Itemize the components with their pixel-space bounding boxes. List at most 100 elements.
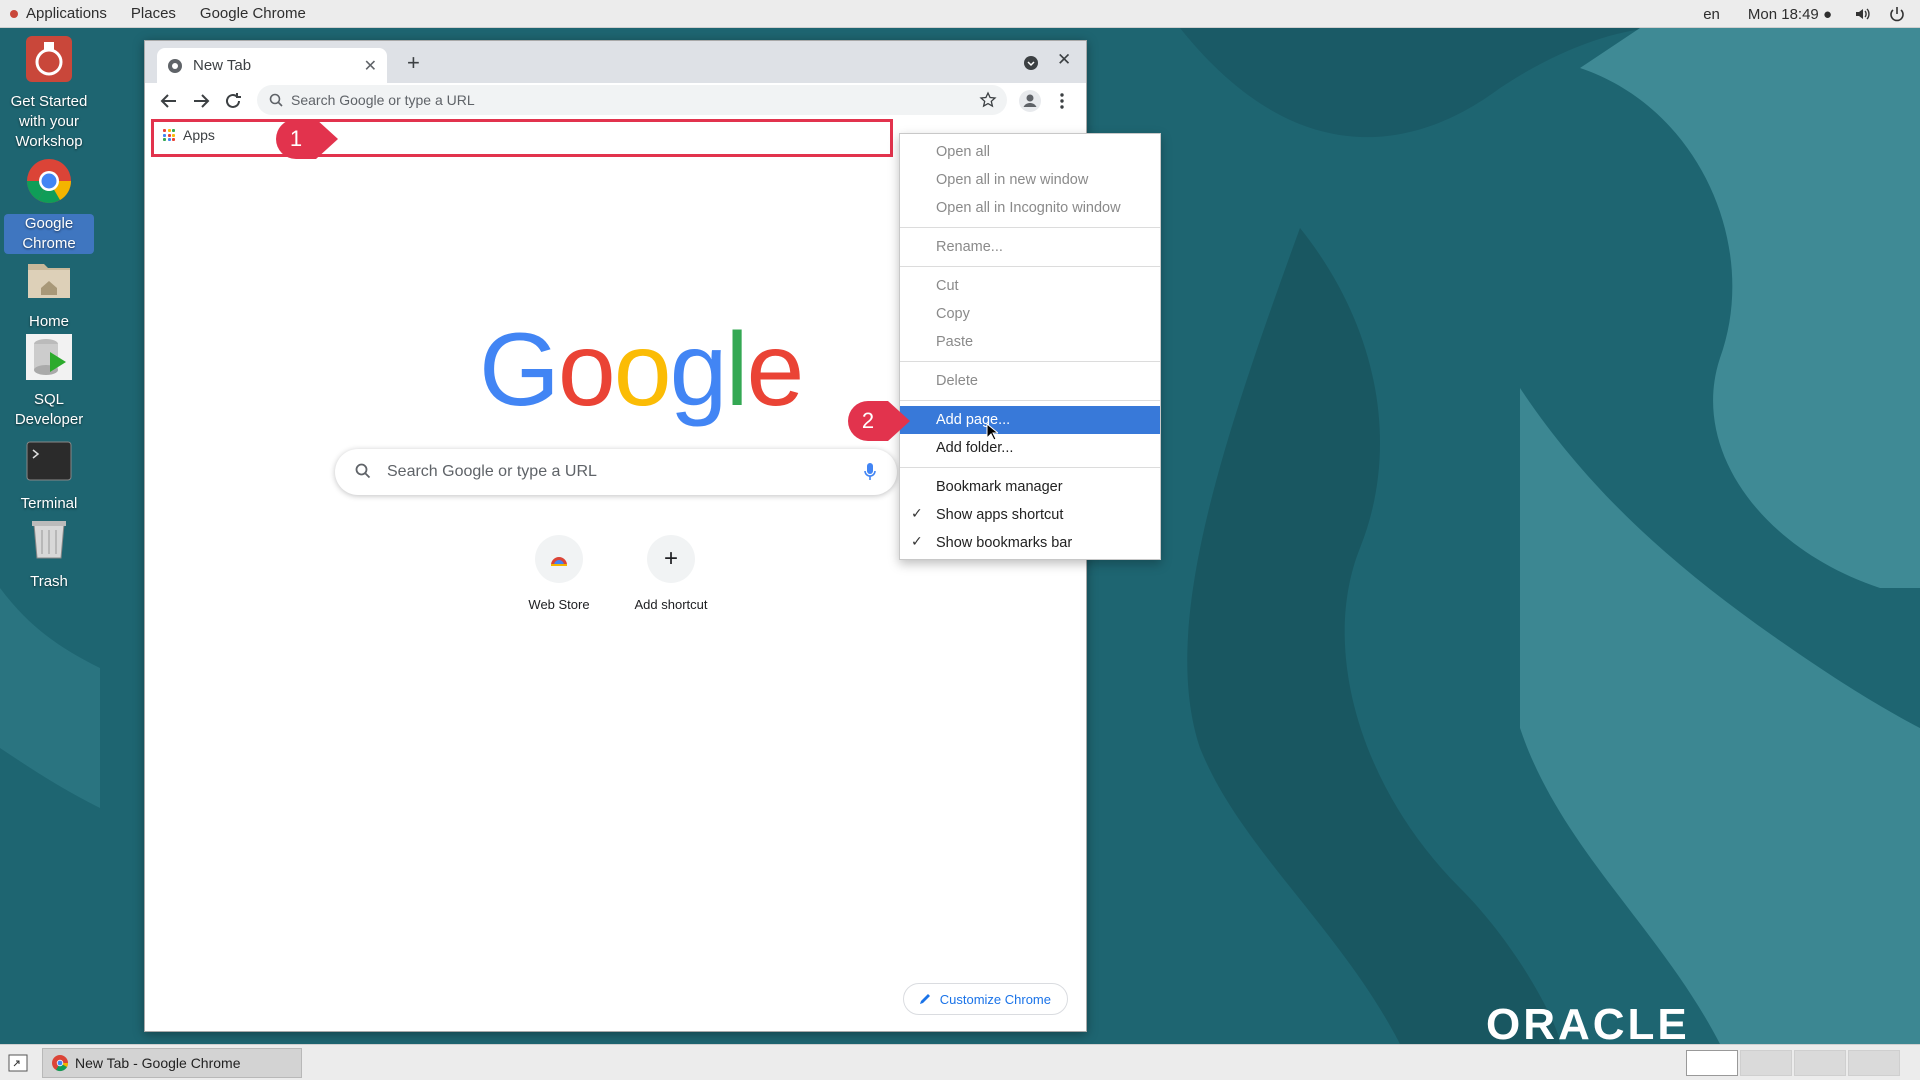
logo-letter: o xyxy=(557,312,616,428)
activities-icon xyxy=(10,9,18,18)
logo-letter: G xyxy=(479,312,560,428)
menu-item-add-page[interactable]: Add page... xyxy=(900,406,1160,434)
desktop-icon-label: SQL Developer xyxy=(14,391,84,428)
volume-icon[interactable] xyxy=(1854,5,1872,23)
mouse-cursor-icon xyxy=(986,423,998,441)
menu-separator xyxy=(900,227,1160,228)
workshop-icon xyxy=(26,36,72,82)
shortcut-web-store[interactable]: Web Store xyxy=(503,525,615,612)
checkmark-icon: ✓ xyxy=(911,505,923,521)
shortcut-label: Web Store xyxy=(528,597,590,612)
desktop-icon-home[interactable]: Home xyxy=(4,254,94,332)
menu-item-label: Show bookmarks bar xyxy=(936,535,1073,551)
menu-item-label: Open all in Incognito window xyxy=(936,200,1121,216)
top-panel: Applications Places Google Chrome en Mon… xyxy=(0,0,1920,28)
close-tab-icon[interactable]: ✕ xyxy=(364,56,377,76)
forward-icon[interactable] xyxy=(189,89,213,113)
desktop-icon-trash[interactable]: Trash xyxy=(4,514,94,592)
places-menu[interactable]: Places xyxy=(119,0,188,28)
add-icon: + xyxy=(647,535,695,583)
input-language[interactable]: en xyxy=(1689,6,1734,23)
google-logo: Google xyxy=(479,311,805,430)
logo-letter: g xyxy=(669,312,728,428)
logo-letter: o xyxy=(613,312,672,428)
menu-item-label: Show apps shortcut xyxy=(936,507,1064,523)
menu-item-label: Add folder... xyxy=(936,440,1014,456)
menu-separator xyxy=(900,361,1160,362)
taskbar-chrome-window[interactable]: New Tab - Google Chrome xyxy=(42,1048,302,1078)
menu-item-rename[interactable]: Rename... xyxy=(900,233,1160,261)
shortcut-label: Add shortcut xyxy=(634,597,708,612)
home-folder-icon xyxy=(28,264,70,298)
app-menu[interactable]: Google Chrome xyxy=(188,0,318,28)
menu-item-copy[interactable]: Copy xyxy=(900,300,1160,328)
search-icon xyxy=(269,93,283,107)
menu-separator xyxy=(900,400,1160,401)
microphone-icon[interactable] xyxy=(863,462,877,482)
chrome-icon xyxy=(27,159,71,203)
profile-icon[interactable] xyxy=(1018,89,1042,113)
menu-item-cut[interactable]: Cut xyxy=(900,272,1160,300)
menu-item-open-all-new-window[interactable]: Open all in new window xyxy=(900,166,1160,194)
menu-item-label: Add page... xyxy=(936,412,1011,428)
menu-item-delete[interactable]: Delete xyxy=(900,367,1160,395)
workspace-1[interactable] xyxy=(1686,1050,1738,1076)
back-icon[interactable] xyxy=(157,89,181,113)
shortcut-add[interactable]: + Add shortcut xyxy=(615,525,727,612)
clock-text: Mon 18:49 xyxy=(1747,5,1819,23)
clock[interactable]: Mon 18:49 ● xyxy=(1734,6,1836,23)
pencil-icon xyxy=(919,994,930,1004)
bottom-taskbar: New Tab - Google Chrome xyxy=(0,1044,1920,1080)
terminal-icon xyxy=(26,441,72,481)
desktop-icon-label: Trash xyxy=(30,573,68,590)
tab-new-tab[interactable]: New Tab ✕ xyxy=(157,48,387,83)
address-bar[interactable]: Search Google or type a URL xyxy=(257,85,1007,115)
menu-item-open-all[interactable]: Open all xyxy=(900,138,1160,166)
desktop-icon-get-started[interactable]: Get Started with your Workshop xyxy=(4,34,94,152)
tab-strip: New Tab ✕ + ✕ xyxy=(145,41,1086,83)
menu-item-add-folder[interactable]: Add folder... xyxy=(900,434,1160,462)
menu-item-label: Rename... xyxy=(936,239,1003,255)
menu-item-show-bookmarks-bar[interactable]: ✓ Show bookmarks bar xyxy=(900,529,1160,557)
tab-title: New Tab xyxy=(193,57,252,74)
workspace-2[interactable] xyxy=(1740,1050,1792,1076)
callout-number: 1 xyxy=(289,126,303,151)
menu-item-show-apps-shortcut[interactable]: ✓ Show apps shortcut xyxy=(900,501,1160,529)
desktop-icon-terminal[interactable]: Terminal xyxy=(4,436,94,514)
menu-item-label: Paste xyxy=(936,334,974,350)
menu-item-paste[interactable]: Paste xyxy=(900,328,1160,356)
trash-icon xyxy=(32,521,66,559)
window-close-icon[interactable]: ✕ xyxy=(1057,50,1071,70)
tab-search-icon[interactable] xyxy=(1023,55,1039,71)
show-desktop-icon[interactable] xyxy=(8,1054,28,1072)
applications-menu[interactable]: Applications xyxy=(24,0,119,28)
sql-developer-icon xyxy=(26,334,72,380)
search-icon xyxy=(355,463,371,479)
customize-chrome-button[interactable]: Customize Chrome xyxy=(902,983,1068,1015)
oracle-logo: ORACLE xyxy=(1486,1000,1690,1049)
menu-item-label: Bookmark manager xyxy=(936,479,1063,495)
taskbar-window-title: New Tab - Google Chrome xyxy=(75,1055,241,1071)
menu-item-label: Cut xyxy=(936,278,959,294)
desktop-icon-sql-developer[interactable]: SQL Developer xyxy=(4,332,94,430)
bookmark-star-icon[interactable] xyxy=(979,91,997,109)
power-icon[interactable] xyxy=(1888,5,1906,23)
menu-item-open-all-incognito[interactable]: Open all in Incognito window xyxy=(900,194,1160,222)
workspace-3[interactable] xyxy=(1794,1050,1846,1076)
desktop-icon-label: Google Chrome xyxy=(4,214,94,254)
ntp-search-box[interactable]: Search Google or type a URL xyxy=(335,449,897,495)
menu-item-label: Delete xyxy=(936,373,978,389)
web-store-icon xyxy=(535,535,583,583)
notification-dot-icon: ● xyxy=(1822,5,1832,23)
address-placeholder: Search Google or type a URL xyxy=(291,92,475,108)
workspace-4[interactable] xyxy=(1848,1050,1900,1076)
desktop-icon-label: Home xyxy=(28,313,69,330)
bookmarks-context-menu: Open all Open all in new window Open all… xyxy=(899,133,1161,560)
logo-letter: e xyxy=(746,312,805,428)
menu-item-label: Copy xyxy=(936,306,970,322)
reload-icon[interactable] xyxy=(221,89,245,113)
chrome-menu-icon[interactable] xyxy=(1050,89,1074,113)
desktop-icon-google-chrome[interactable]: Google Chrome xyxy=(4,156,94,254)
new-tab-button[interactable]: + xyxy=(407,50,420,76)
menu-item-bookmark-manager[interactable]: Bookmark manager xyxy=(900,473,1160,501)
